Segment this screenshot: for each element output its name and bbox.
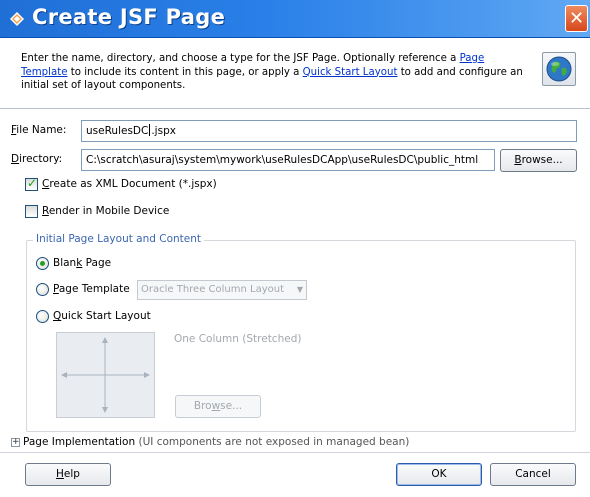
check-icon: ✓	[27, 176, 38, 190]
directory-label: Directory:	[11, 153, 63, 165]
create-xml-label[interactable]: Create as XML Document (*.jspx)	[42, 178, 217, 190]
help-button[interactable]: Help	[25, 463, 111, 486]
page-template-radio[interactable]	[36, 283, 49, 296]
directory-input[interactable]: C:\scratch\asuraj\system\mywork\useRules…	[81, 149, 495, 171]
close-button[interactable]: ✕	[565, 5, 588, 32]
quick-start-layout-name: One Column (Stretched)	[174, 333, 302, 345]
header-description: Enter the name, directory, and choose a …	[21, 53, 523, 91]
render-mobile-label[interactable]: Render in Mobile Device	[42, 205, 169, 217]
dialog-header: Enter the name, directory, and choose a …	[0, 39, 590, 108]
close-icon: ✕	[568, 8, 585, 29]
blank-page-radio[interactable]	[36, 257, 49, 270]
dialog-body: File Name: useRulesDC .jspx Directory: C:…	[0, 109, 590, 497]
page-template-select[interactable]: Oracle Three Column Layout ▼	[137, 280, 307, 300]
file-name-input[interactable]: useRulesDC .jspx	[81, 120, 577, 142]
radio-selected-dot	[40, 261, 45, 266]
browse-button[interactable]: Browse...	[500, 149, 577, 172]
expand-icon[interactable]: +	[11, 438, 20, 447]
quick-start-layout-link[interactable]: Quick Start Layout	[303, 67, 398, 78]
title-bar: Create JSF Page ✕	[0, 0, 590, 38]
stretch-arrows-icon	[61, 337, 150, 413]
quick-start-radio[interactable]	[36, 310, 49, 323]
ok-button[interactable]: OK	[396, 463, 482, 486]
page-template-label[interactable]: Page Template	[53, 283, 130, 295]
layout-preview	[56, 332, 155, 418]
quick-start-label[interactable]: Quick Start Layout	[53, 310, 151, 322]
initial-layout-group-title: Initial Page Layout and Content	[33, 233, 205, 245]
dialog-title: Create JSF Page	[32, 5, 226, 29]
footer-separator	[0, 452, 590, 453]
cancel-button[interactable]: Cancel	[490, 463, 576, 486]
diamond-icon	[10, 12, 24, 26]
chevron-down-icon: ▼	[296, 285, 303, 294]
blank-page-label[interactable]: Blank Page	[53, 257, 111, 269]
render-mobile-checkbox[interactable]	[25, 205, 38, 218]
file-name-label: File Name:	[11, 124, 67, 136]
create-xml-checkbox[interactable]: ✓	[25, 176, 38, 191]
globe-icon	[546, 56, 572, 82]
globe-icon-frame	[542, 52, 576, 86]
page-implementation-label[interactable]: Page Implementation (UI components are n…	[23, 436, 409, 448]
browse-layout-button[interactable]: Browse...	[175, 395, 261, 418]
